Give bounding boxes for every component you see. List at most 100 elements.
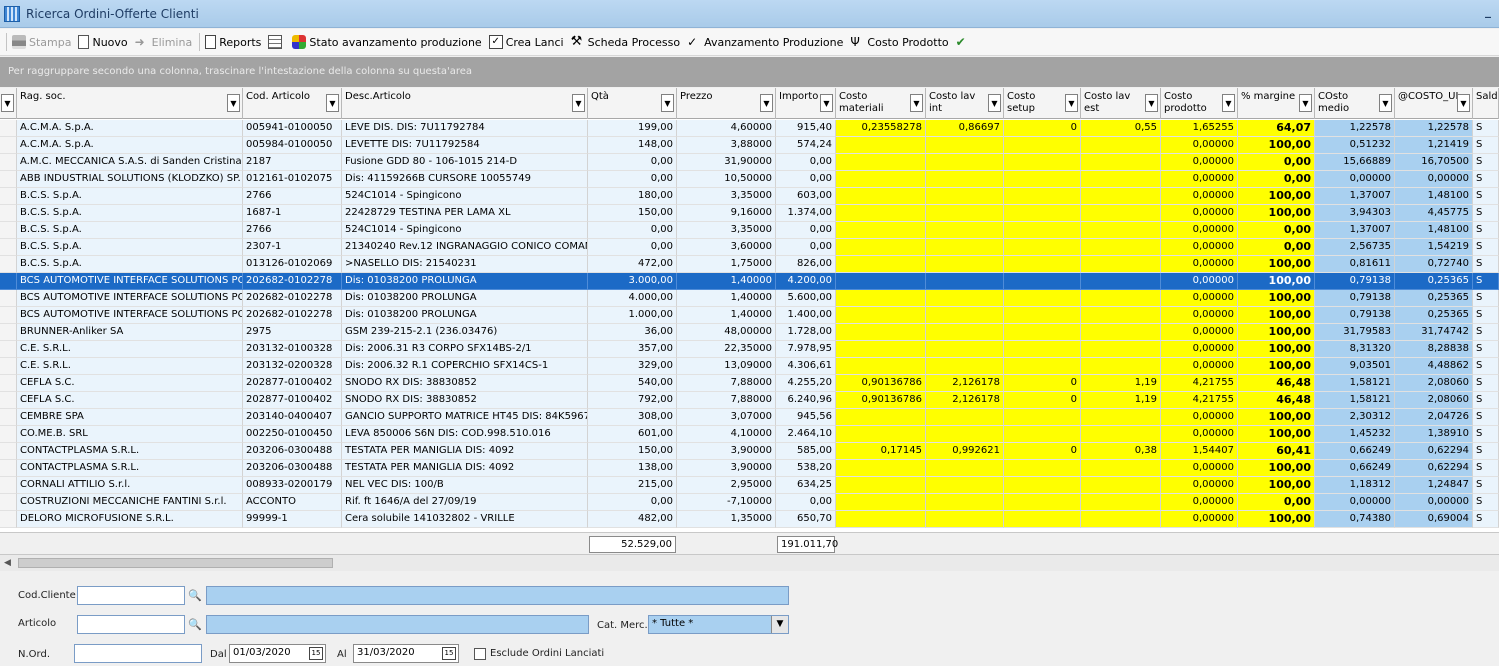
table-row[interactable]: C.E. S.R.L. 203132-0200328 Dis: 2006.32 R…	[0, 358, 1499, 375]
cell-cmat	[836, 290, 926, 307]
product-cost-button[interactable]: Ψ Costo Prodotto	[850, 35, 948, 49]
new-button[interactable]: Nuovo	[78, 35, 128, 49]
production-progress-button[interactable]: ✓ Avanzamento Produzione	[687, 35, 843, 49]
filter-dropdown-icon[interactable]: ▼	[760, 94, 773, 112]
articolo-lookup-icon[interactable]: 🔍	[187, 617, 203, 633]
nord-input[interactable]	[74, 644, 202, 663]
production-status-button[interactable]: Stato avanzamento produzione	[292, 35, 482, 49]
calendar-icon[interactable]: 15	[309, 647, 323, 660]
table-row[interactable]: BCS AUTOMOTIVE INTERFACE SOLUTIONS POLAN…	[0, 273, 1499, 290]
column-header-costo_ul[interactable]: @COSTO_UL ▼	[1395, 88, 1473, 119]
filter-dropdown-icon[interactable]: ▼	[820, 94, 833, 112]
cell-art: 005984-0100050	[243, 137, 342, 154]
column-header-importo[interactable]: Importo ▼	[776, 88, 836, 119]
table-row[interactable]: BCS AUTOMOTIVE INTERFACE SOLUTIONS POLAN…	[0, 307, 1499, 324]
filter-dropdown-icon[interactable]: ▼	[1457, 94, 1470, 112]
column-header-prezzo[interactable]: Prezzo ▼	[677, 88, 776, 119]
column-header-cmedio[interactable]: COsto medio ▼	[1315, 88, 1395, 119]
filter-dropdown-icon[interactable]: ▼	[910, 94, 923, 112]
table-row[interactable]: A.M.C. MECCANICA S.A.S. di Sanden Cristi…	[0, 154, 1499, 171]
filter-dropdown-icon[interactable]: ▼	[1145, 94, 1158, 112]
table-row[interactable]: CORNALI ATTILIO S.r.l. 008933-0200179 NEL …	[0, 477, 1499, 494]
filter-dropdown-icon[interactable]: ▼	[1379, 94, 1392, 112]
table-row[interactable]: A.C.M.A. S.p.A. 005984-0100050 LEVETTE DIS…	[0, 137, 1499, 154]
scroll-left-icon[interactable]: ◀	[4, 558, 11, 568]
column-header-label: Saldo	[1476, 91, 1498, 102]
filter-dropdown-icon[interactable]: ▼	[988, 94, 1001, 112]
cell-prezzo: 3,60000	[677, 239, 776, 256]
table-row[interactable]: BCS AUTOMOTIVE INTERFACE SOLUTIONS POLAN…	[0, 290, 1499, 307]
column-header-cmat[interactable]: Costo materiali ▼	[836, 88, 926, 119]
table-row[interactable]: CEFLA S.C. 202877-0100402 SNODO RX DIS: 38…	[0, 375, 1499, 392]
cat-merc-select[interactable]: * Tutte * ▼	[648, 615, 789, 634]
column-header-qta[interactable]: Qtà ▼	[588, 88, 677, 119]
cell-qta: 3.000,00	[588, 273, 677, 290]
al-date-picker[interactable]: 31/03/2020 15	[353, 644, 459, 663]
column-header-saldo[interactable]: Saldo	[1473, 88, 1499, 119]
chevron-down-icon[interactable]: ▼	[1, 94, 14, 112]
delete-button[interactable]: ➜ Elimina	[135, 35, 193, 49]
column-header-label: Costo lav est	[1084, 91, 1131, 114]
cell-margine: 100,00	[1238, 256, 1315, 273]
cell-csetup	[1004, 171, 1081, 188]
table-row[interactable]: CONTACTPLASMA S.R.L. 203206-0300488 TESTAT…	[0, 460, 1499, 477]
cell-qta: 0,00	[588, 239, 677, 256]
table-row[interactable]: DELORO MICROFUSIONE S.R.L. 99999-1 Cera so…	[0, 511, 1499, 528]
process-sheet-button[interactable]: ⚒ Scheda Processo	[571, 35, 680, 49]
table-row[interactable]: B.C.S. S.p.A. 013126-0102069 >NASELLO DIS:…	[0, 256, 1499, 273]
column-header-desc[interactable]: Desc.Articolo ▼	[342, 88, 588, 119]
filter-dropdown-icon[interactable]: ▼	[1222, 94, 1235, 112]
grid-view-button[interactable]	[268, 35, 285, 49]
cell-csetup	[1004, 205, 1081, 222]
table-row[interactable]: COSTRUZIONI MECCANICHE FANTINI S.r.l. ACC…	[0, 494, 1499, 511]
header-indicator[interactable]: ▼	[0, 88, 17, 119]
printer-icon	[12, 35, 26, 49]
cell-rag: BRUNNER-Anliker SA	[17, 324, 243, 341]
calendar-icon[interactable]: 15	[442, 647, 456, 660]
filter-dropdown-icon[interactable]: ▼	[326, 94, 339, 112]
dal-date-picker[interactable]: 01/03/2020 15	[229, 644, 326, 663]
column-header-art[interactable]: Cod. Articolo ▼	[243, 88, 342, 119]
cell-saldo: S	[1473, 409, 1499, 426]
articolo-input[interactable]	[77, 615, 185, 634]
table-row[interactable]: CEMBRE SPA 203140-0400407 GANCIO SUPPORTO …	[0, 409, 1499, 426]
cell-clest	[1081, 256, 1161, 273]
filter-dropdown-icon[interactable]: ▼	[227, 94, 240, 112]
print-button[interactable]: Stampa	[12, 35, 71, 49]
filter-dropdown-icon[interactable]: ▼	[572, 94, 585, 112]
column-header-clest[interactable]: Costo lav est ▼	[1081, 88, 1161, 119]
filter-dropdown-icon[interactable]: ▼	[1299, 94, 1312, 112]
chevron-down-icon[interactable]: ▼	[771, 616, 788, 633]
esclude-ordini-checkbox[interactable]	[474, 648, 486, 660]
column-header-margine[interactable]: % margine ▼	[1238, 88, 1315, 119]
table-row[interactable]: CEFLA S.C. 202877-0100402 SNODO RX DIS: 38…	[0, 392, 1499, 409]
create-launches-button[interactable]: ✓ Crea Lanci	[488, 35, 564, 49]
cod-cliente-lookup-icon[interactable]: 🔍	[187, 588, 203, 604]
table-row[interactable]: B.C.S. S.p.A. 2307-1 21340240 Rev.12 INGRA…	[0, 239, 1499, 256]
nord-label: N.Ord.	[18, 649, 50, 660]
table-row[interactable]: A.C.M.A. S.p.A. 005941-0100050 LEVE DIS. D…	[0, 120, 1499, 137]
table-row[interactable]: B.C.S. S.p.A. 2766 524C1014 - Spingicono 18…	[0, 188, 1499, 205]
reports-button[interactable]: Reports	[205, 35, 261, 49]
refresh-button[interactable]: ✔	[956, 35, 973, 49]
table-row[interactable]: B.C.S. S.p.A. 2766 524C1014 - Spingicono 0,…	[0, 222, 1499, 239]
column-header-csetup[interactable]: Costo setup ▼	[1004, 88, 1081, 119]
filter-dropdown-icon[interactable]: ▼	[661, 94, 674, 112]
cell-csetup: 0	[1004, 392, 1081, 409]
cod-cliente-input[interactable]	[77, 586, 185, 605]
table-row[interactable]: CO.ME.B. SRL 002250-0100450 LEVA 850006 S6…	[0, 426, 1499, 443]
column-header-rag[interactable]: Rag. soc. ▼	[17, 88, 243, 119]
cell-costo_ul: 0,25365	[1395, 307, 1473, 324]
column-header-clint[interactable]: Costo lav int ▼	[926, 88, 1004, 119]
column-header-cprod[interactable]: Costo prodotto ▼	[1161, 88, 1238, 119]
filter-dropdown-icon[interactable]: ▼	[1065, 94, 1078, 112]
scroll-thumb[interactable]	[18, 558, 333, 568]
table-row[interactable]: CONTACTPLASMA S.R.L. 203206-0300488 TESTAT…	[0, 443, 1499, 460]
table-row[interactable]: B.C.S. S.p.A. 1687-1 22428729 TESTINA PER …	[0, 205, 1499, 222]
horizontal-scrollbar[interactable]: ◀	[0, 554, 1499, 571]
group-by-panel[interactable]: Per raggruppare secondo una colonna, tra…	[0, 57, 1499, 87]
table-row[interactable]: BRUNNER-Anliker SA 2975 GSM 239-215-2.1 (2…	[0, 324, 1499, 341]
minimize-button[interactable]: _	[1485, 4, 1491, 18]
table-row[interactable]: C.E. S.R.L. 203132-0100328 Dis: 2006.31 R…	[0, 341, 1499, 358]
table-row[interactable]: ABB INDUSTRIAL SOLUTIONS (KLODZKO) SP. Z…	[0, 171, 1499, 188]
